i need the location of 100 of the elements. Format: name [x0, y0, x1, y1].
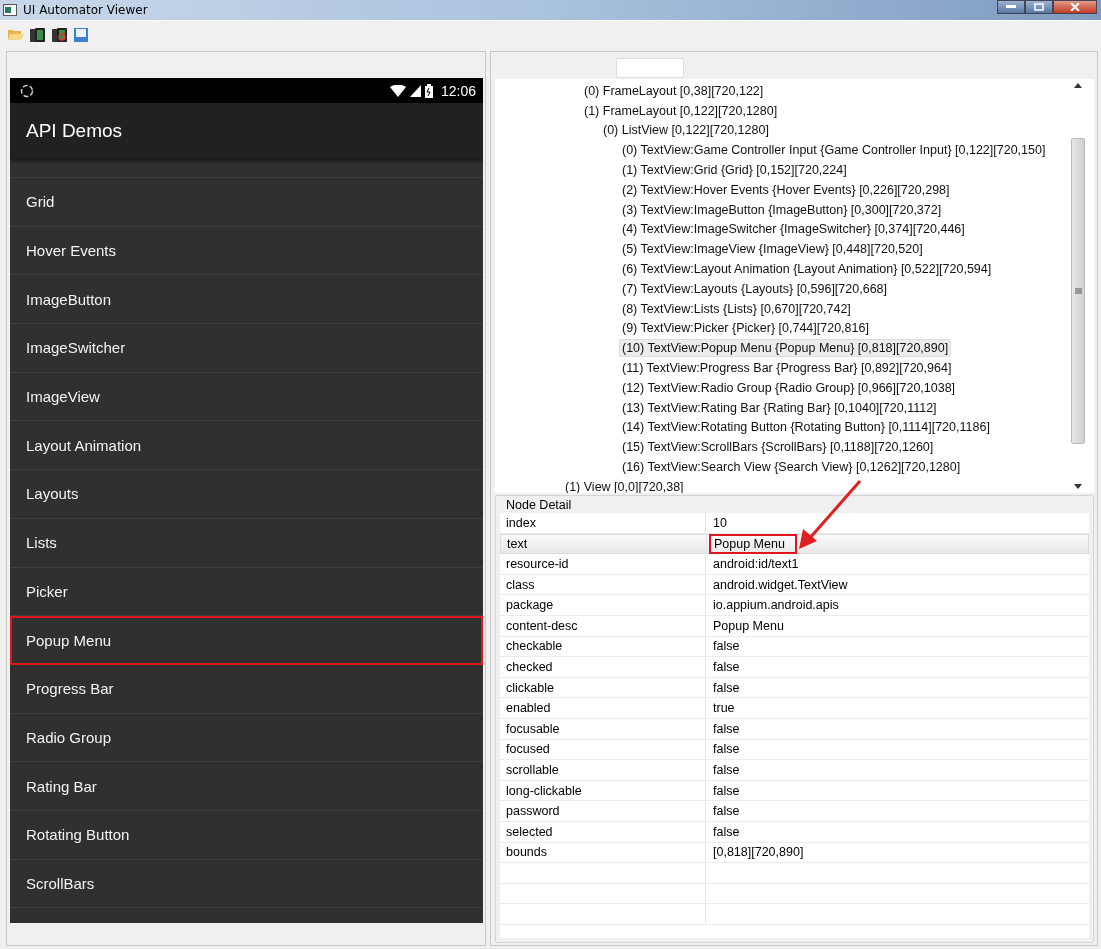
property-name: index [500, 513, 706, 533]
tree-node[interactable]: (1) FrameLayout [0,122][720,1280] [581, 101, 781, 120]
table-row[interactable]: package io.appium.android.apis [500, 595, 1089, 616]
input-field[interactable] [616, 58, 684, 78]
property-name: selected [500, 821, 706, 842]
table-row[interactable]: checkable false [500, 636, 1089, 658]
list-item[interactable]: Rating Bar [10, 762, 483, 811]
tree-node[interactable]: (5) TextView:ImageView {ImageView} [0,448][720,520] [619, 240, 926, 259]
property-value: Popup Menu [709, 533, 797, 554]
property-name: password [500, 801, 706, 821]
list-item[interactable]: Rotating Button [10, 810, 483, 860]
property-value: [0,818][720,890] [712, 844, 805, 862]
list-item[interactable]: Layout Animation [10, 421, 483, 471]
property-value: android.widget.TextView [712, 576, 849, 594]
property-value: true [712, 700, 736, 718]
list-item[interactable]: ImageButton [10, 275, 483, 325]
property-value: false [712, 803, 741, 821]
tree-node[interactable]: (14) TextView:Rotating Button {Rotating Button} [0,1114][720,1186] [619, 418, 993, 437]
property-name: checkable [500, 636, 706, 657]
table-row[interactable]: password false [500, 801, 1089, 822]
property-name: focusable [500, 718, 706, 739]
signal-icon [409, 84, 421, 97]
table-row[interactable]: long-clickable false [500, 780, 1089, 802]
property-name: clickable [500, 677, 706, 698]
tree-node[interactable]: (15) TextView:ScrollBars {ScrollBars} [0,1188][720,1260] [619, 438, 937, 457]
table-row[interactable]: focusable false [500, 718, 1089, 740]
property-value: false [712, 782, 741, 800]
property-value: false [712, 823, 741, 841]
table-row[interactable]: clickable false [500, 677, 1089, 699]
property-value: false [712, 741, 741, 759]
table-row[interactable]: selected false [500, 821, 1089, 843]
table-row[interactable]: checked false [500, 657, 1089, 678]
window-icon [3, 4, 17, 16]
minimize-icon [1006, 5, 1016, 9]
property-name: focused [500, 739, 706, 760]
grip-icon [1074, 287, 1082, 295]
panel-title: Node Detail [505, 497, 573, 513]
tree-node[interactable]: (8) TextView:Lists {Lists} [0,670][720,742] [619, 299, 854, 318]
property-name: text [501, 534, 707, 554]
battery-icon [424, 83, 433, 98]
tree-node[interactable]: (1) View [0,0][720,38] [562, 477, 687, 493]
tree-node[interactable]: (0) TextView:Game Controller Input {Game Controller Input} [0,122][720,150] [619, 141, 1049, 160]
property-value: false [712, 679, 741, 697]
device-screenshot-icon[interactable] [30, 27, 46, 43]
list-item[interactable]: Layouts [10, 470, 483, 519]
property-value: false [712, 638, 741, 656]
list-item[interactable]: Popup Menu [10, 616, 483, 665]
status-time: 12:06 [440, 82, 476, 99]
table-row[interactable]: class android.widget.TextView [500, 574, 1089, 596]
tree-node[interactable]: (9) TextView:Picker {Picker} [0,744][720,816] [619, 319, 872, 338]
sync-icon [20, 83, 34, 98]
tree-node[interactable]: (7) TextView:Layouts {Layouts} [0,596][720,668] [619, 279, 890, 298]
window-title: UI Automator Viewer [23, 3, 148, 17]
scroll-up-icon[interactable] [1074, 83, 1082, 88]
close-icon [1070, 3, 1080, 11]
device-screenshot-compressed-icon[interactable] [52, 27, 68, 43]
property-value: false [712, 761, 741, 779]
list-item[interactable]: Hover Events [10, 226, 483, 276]
tree-node[interactable]: (13) TextView:Rating Bar {Rating Bar} [0,1040][720,1112] [619, 398, 940, 417]
tree-node[interactable]: (16) TextView:Search View {Search View} [0,1262][720,1280] [619, 458, 964, 477]
scroll-down-icon[interactable] [1074, 484, 1082, 489]
wifi-icon [389, 84, 406, 97]
property-name: package [500, 595, 706, 615]
property-name: content-desc [500, 615, 706, 636]
tree-node[interactable]: (0) ListView [0,122][720,1280] [600, 121, 772, 140]
table-row[interactable]: index 10 [500, 513, 1089, 534]
save-icon[interactable] [74, 28, 88, 42]
table-row[interactable]: resource-id android:id/text1 [500, 554, 1089, 575]
table-row[interactable]: enabled true [500, 698, 1089, 719]
table-row[interactable]: focused false [500, 739, 1089, 761]
tree-node[interactable]: (11) TextView:Progress Bar {Progress Bar} [0,892][720,964] [619, 359, 955, 378]
maximize-button[interactable] [1025, 0, 1053, 14]
tree-node[interactable]: (1) TextView:Grid {Grid} [0,152][720,224] [619, 161, 850, 180]
table-row[interactable]: bounds [0,818][720,890] [500, 842, 1089, 864]
property-name: class [500, 574, 706, 595]
table-row[interactable]: scrollable false [500, 760, 1089, 781]
list-item[interactable]: Progress Bar [10, 664, 483, 714]
list-item[interactable]: ImageView [10, 372, 483, 422]
list-item[interactable]: Grid [10, 178, 483, 227]
minimize-button[interactable] [997, 0, 1025, 14]
tree-node[interactable]: (0) FrameLayout [0,38][720,122] [581, 81, 767, 100]
maximize-icon [1034, 3, 1044, 11]
tree-node[interactable]: (12) TextView:Radio Group {Radio Group} [0,966][720,1038] [619, 378, 959, 397]
tree-node[interactable]: (10) TextView:Popup Menu {Popup Menu} [0,818][720,890] [619, 339, 952, 358]
property-name: scrollable [500, 760, 706, 780]
property-name: resource-id [500, 554, 706, 574]
list-item[interactable]: ImageSwitcher [10, 324, 483, 373]
list-item[interactable]: Lists [10, 518, 483, 568]
property-value: false [712, 720, 741, 738]
app-title: API Demos [26, 120, 123, 142]
list-item[interactable]: Radio Group [10, 713, 483, 763]
tree-node[interactable]: (4) TextView:ImageSwitcher {ImageSwitcher} [0,374][720,446] [619, 220, 968, 239]
list-item[interactable]: ScrollBars [10, 859, 483, 909]
close-button[interactable] [1053, 0, 1097, 14]
annotation-arrow [797, 479, 863, 551]
table-row[interactable]: content-desc Popup Menu [500, 615, 1089, 637]
tree-node[interactable]: (3) TextView:ImageButton {ImageButton} [0,300][720,372] [619, 200, 945, 219]
list-item[interactable]: Picker [10, 567, 483, 617]
tree-node[interactable]: (2) TextView:Hover Events {Hover Events} [0,226][720,298] [619, 180, 953, 199]
tree-node[interactable]: (6) TextView:Layout Animation {Layout Animation} [0,522][720,594] [619, 260, 995, 279]
